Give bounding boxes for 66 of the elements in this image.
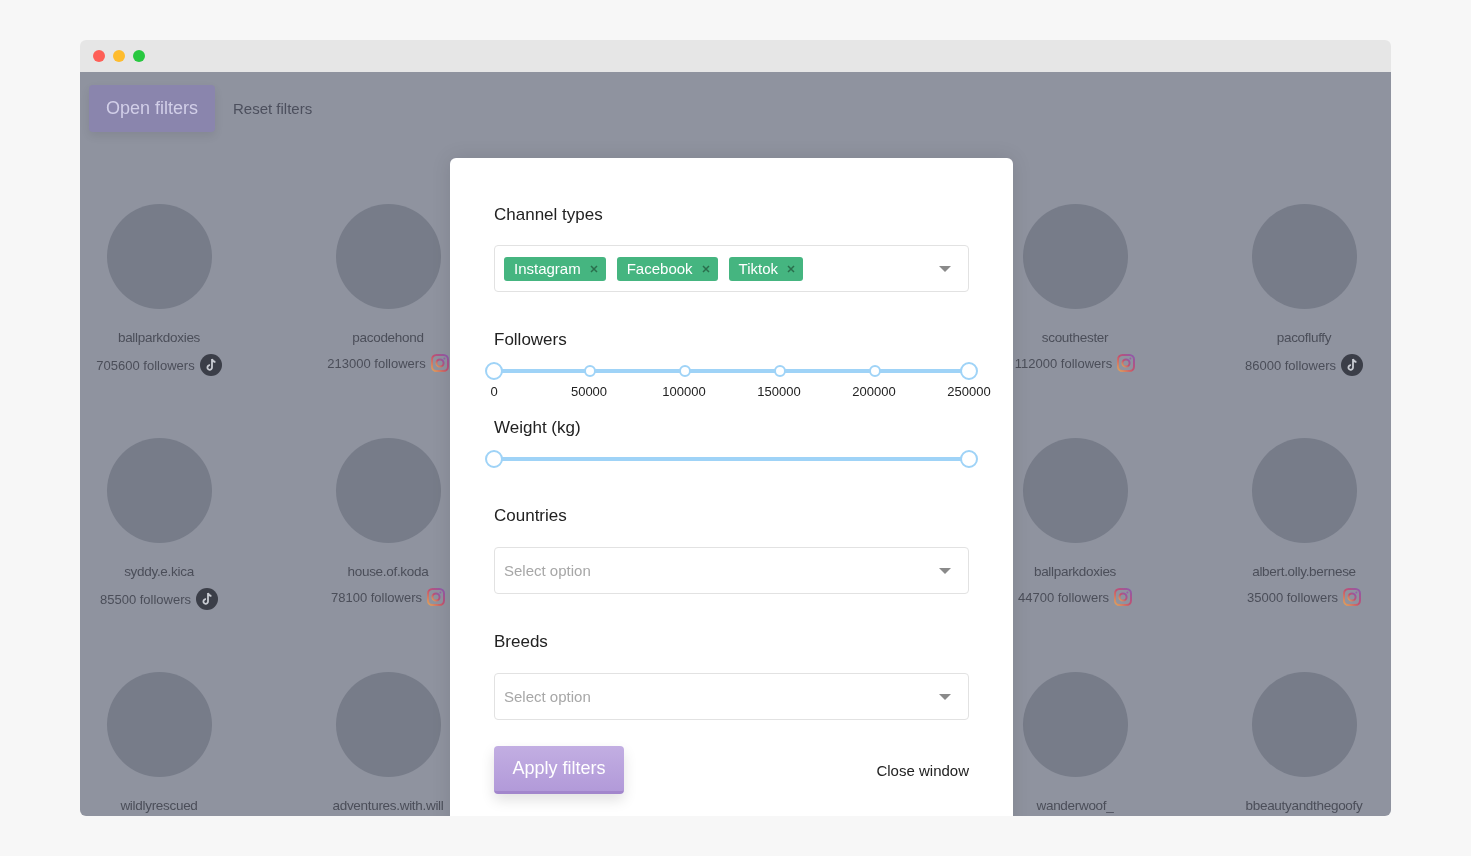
- open-filters-button[interactable]: Open filters: [89, 85, 215, 132]
- follower-count: 213000 followers: [327, 355, 426, 371]
- follower-count: 44700 followers: [1017, 589, 1110, 605]
- music-note-icon: [196, 588, 219, 610]
- window-zoom-icon: [133, 50, 145, 62]
- follower-count: 85500 followers: [99, 591, 192, 607]
- window-minimize-icon: [113, 50, 125, 62]
- slider-thumb[interactable]: [485, 450, 503, 468]
- tick-label: 0: [489, 384, 499, 400]
- follower-count: 86000 followers: [1244, 357, 1337, 373]
- profile-name[interactable]: syddy.e.kica: [124, 562, 194, 582]
- step-dot-icon: [869, 365, 881, 377]
- select-field[interactable]: Select option: [494, 547, 969, 594]
- follower-count: 112000 followers: [1014, 355, 1113, 371]
- music-note-icon: [199, 354, 222, 376]
- caret-icon: [939, 693, 951, 700]
- reset-filters-link[interactable]: Reset filters: [233, 100, 313, 117]
- tag-label: Instagram: [514, 260, 581, 277]
- step-dot-icon: [679, 365, 691, 377]
- profile-name[interactable]: wildlyrescued: [120, 796, 198, 816]
- multiselect-field[interactable]: Instagram Facebook Tiktok: [494, 245, 969, 292]
- profile-name[interactable]: ballparkdoxies: [1033, 562, 1117, 582]
- follower-count: 78100 followers: [330, 589, 423, 605]
- close-window-link[interactable]: Close window: [876, 761, 969, 779]
- tick-label: 200000: [851, 384, 897, 400]
- tick-label: 150000: [756, 384, 802, 400]
- camera-icon: [430, 354, 449, 372]
- follower-count: 705600 followers: [96, 357, 195, 373]
- tick-label: 50000: [569, 384, 609, 400]
- slider-thumb[interactable]: [485, 362, 503, 380]
- tag-label: Facebook: [626, 260, 693, 277]
- field-label: Weight (kg): [494, 417, 582, 439]
- tick-label: 100000: [661, 384, 707, 400]
- camera-icon: [1114, 588, 1133, 606]
- profile-name[interactable]: ballparkdoxies: [117, 328, 201, 348]
- camera-icon: [427, 588, 446, 606]
- profile-name[interactable]: wanderwoof_: [1036, 796, 1114, 816]
- profile-name[interactable]: house.of.koda: [347, 562, 429, 582]
- field-label: Breeds: [494, 631, 549, 653]
- camera-icon: [1117, 354, 1136, 372]
- field-label: Channel types: [494, 204, 604, 226]
- field-label: Countries: [494, 505, 568, 527]
- music-note-icon: [1341, 354, 1364, 376]
- apply-filters-button[interactable]: Apply filters: [494, 746, 624, 794]
- field-label: Followers: [494, 329, 568, 351]
- profile-name[interactable]: albert.olly.bernese: [1252, 562, 1356, 582]
- select-field[interactable]: Select option: [494, 673, 969, 720]
- follower-count: 35000 followers: [1246, 589, 1339, 605]
- caret-icon: [939, 265, 951, 272]
- slider-thumb[interactable]: [960, 362, 978, 380]
- step-dot-icon: [774, 365, 786, 377]
- step-dot-icon: [584, 365, 596, 377]
- profile-name[interactable]: bbeautyandthegoofy: [1245, 796, 1363, 816]
- close-icon: [701, 264, 710, 273]
- profile-name[interactable]: scouthester: [1041, 328, 1109, 348]
- tag-label: Tiktok: [738, 260, 779, 277]
- close-icon: [787, 264, 796, 273]
- profile-name[interactable]: pacodehond: [352, 328, 424, 348]
- window-close-icon: [93, 50, 105, 62]
- close-icon: [589, 264, 598, 273]
- profile-name[interactable]: pacofluffy: [1276, 328, 1332, 348]
- camera-icon: [1343, 588, 1362, 606]
- slider-thumb[interactable]: [960, 450, 978, 468]
- profile-name[interactable]: adventures.with.will: [332, 796, 444, 816]
- tick-label: 250000: [946, 384, 992, 400]
- caret-icon: [939, 567, 951, 574]
